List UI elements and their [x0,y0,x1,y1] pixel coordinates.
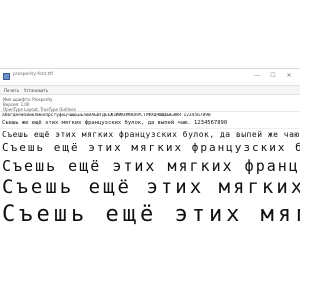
install-button[interactable]: Установить [24,88,48,94]
font-license: OpenType Layout, TrueType Outlines [3,107,76,112]
screen: { "window": { "title": "prosperity-font.… [0,0,300,300]
sample-line: Съешь же ещё этих мягких французских бул… [2,120,228,126]
maximize-button[interactable]: ☐ [266,71,280,81]
sample-line: Съешь ещё этих мяг [2,202,300,227]
font-preview: абвгдеёжзийклмнопрстуфхцчшщъыьэюяАБВГДЕЁ… [0,113,300,232]
font-viewer-window: prosperity-font.ttf — ☐ ✕ Печать Установ… [0,68,300,232]
sample-line: Съешь ещё этих мягких французских булок [2,141,300,154]
minimize-button[interactable]: — [250,71,264,81]
toolbar: Печать Установить [0,85,300,95]
font-file-icon [3,73,10,80]
title-bar: prosperity-font.ttf — ☐ ✕ [0,69,300,85]
print-button[interactable]: Печать [4,88,19,94]
close-button[interactable]: ✕ [282,71,296,81]
divider [0,128,300,129]
font-info: Имя шрифта: Prosperity Версия: 1.00 Open… [0,96,300,112]
sample-line: Съешь ещё этих мягких франц [2,157,300,175]
sample-line: Съешь ещё этих мягких [2,176,300,198]
sample-line: абвгдеёжзийклмнопрстуфхцчшщъыьэюяАБВГДЕЁ… [2,113,211,118]
window-title: prosperity-font.ttf [13,72,53,77]
sample-line: Съешь ещё этих мягких французских булок,… [2,130,300,139]
